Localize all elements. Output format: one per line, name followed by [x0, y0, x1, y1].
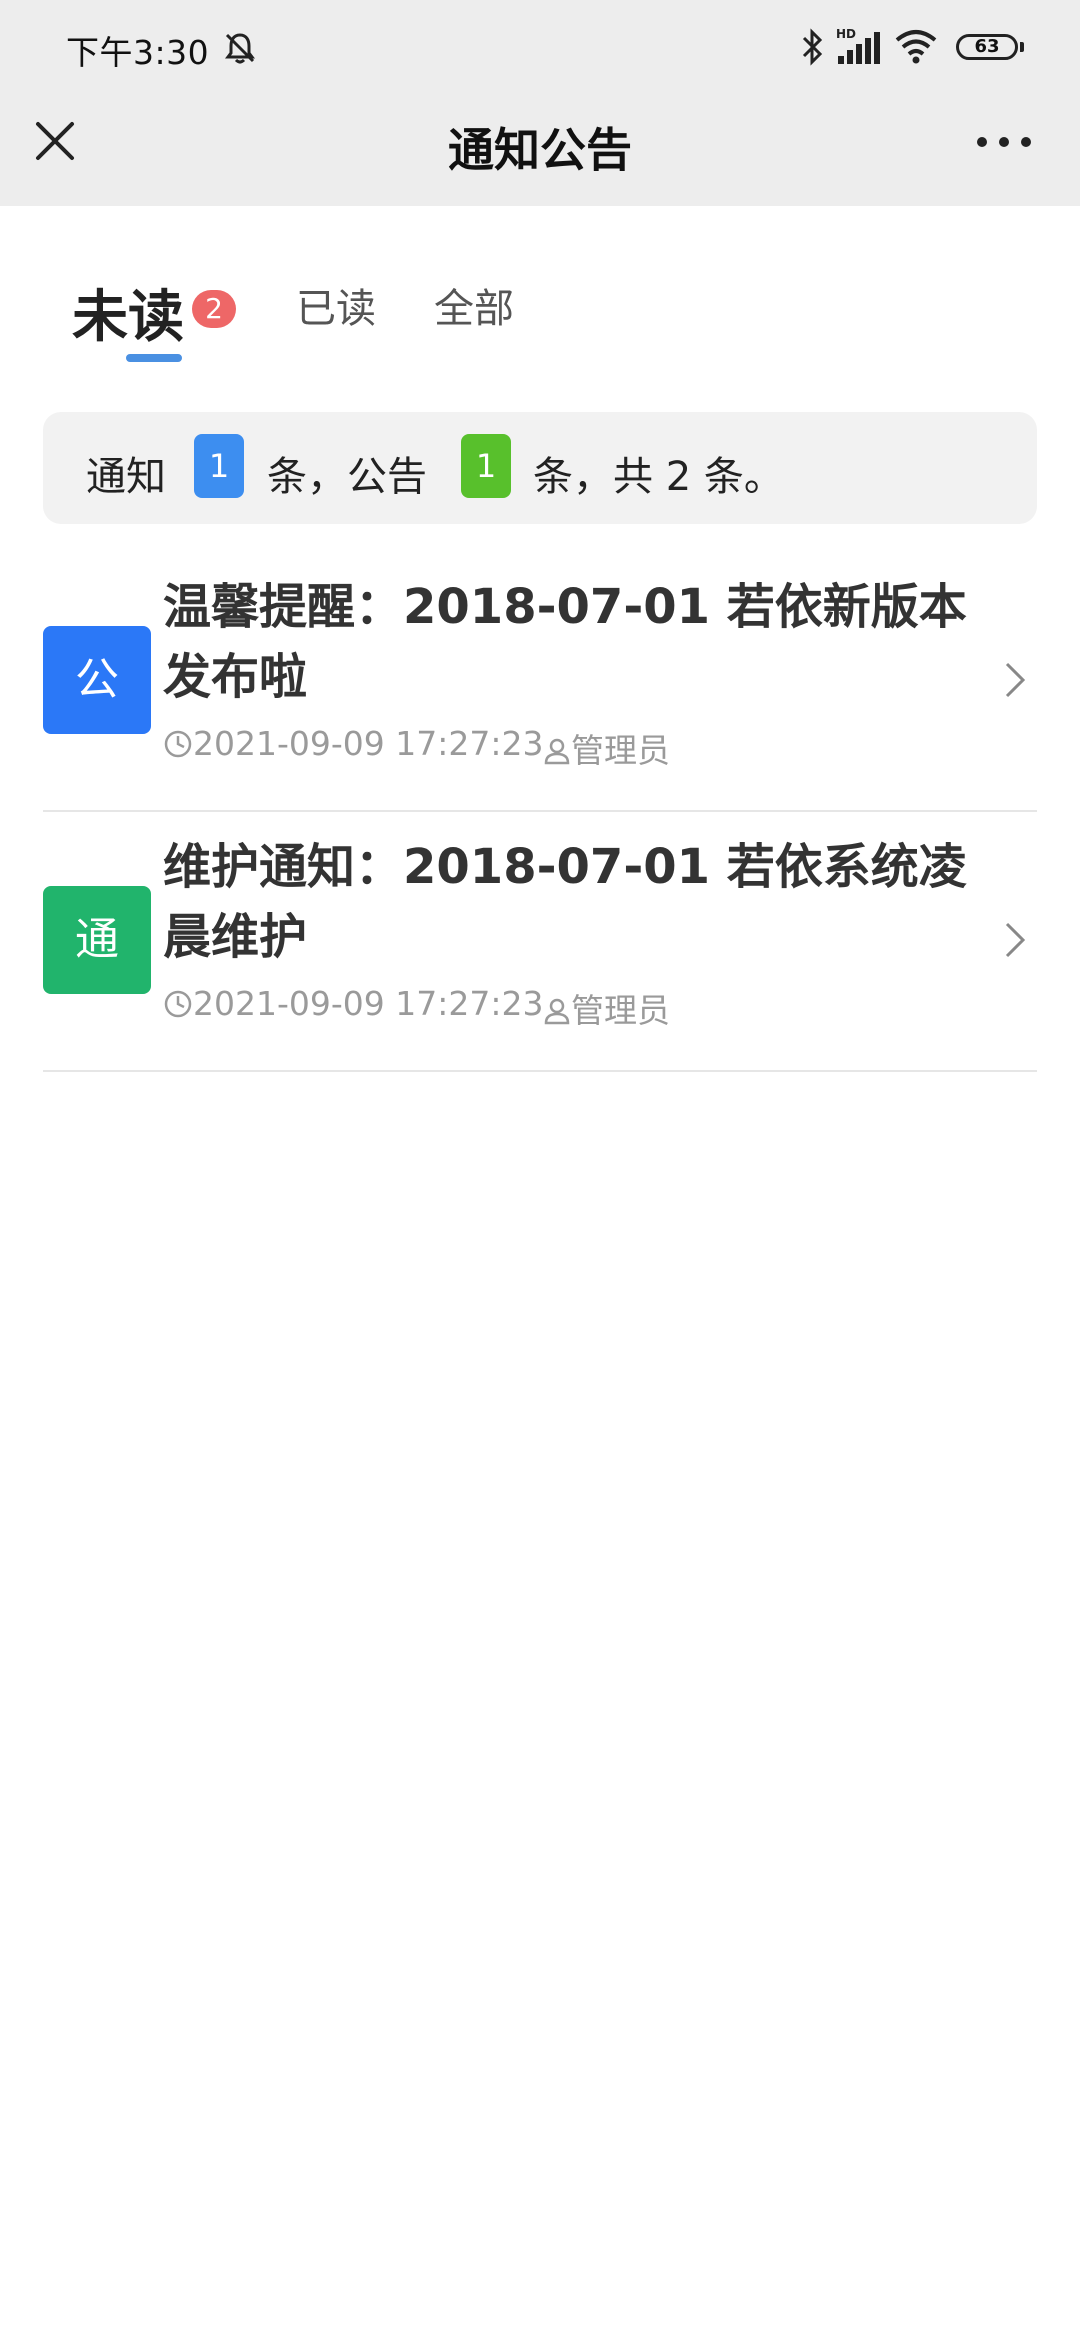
item-time: 2021-09-09 17:27:23 [163, 724, 543, 763]
summary-notice-label: 通知 [86, 454, 166, 500]
status-time: 下午3:30 [66, 33, 210, 72]
active-tab-indicator [126, 354, 182, 362]
status-bar: 下午3:30 HD 63 [0, 0, 1080, 92]
notice-count-badge: 1 [194, 434, 244, 498]
item-title: 温馨提醒：2018-07-01 若依新版本发布啦 [163, 579, 967, 705]
tab-unread[interactable]: 未读 [72, 272, 184, 353]
more-icon[interactable] [976, 132, 1032, 152]
summary-announcement-label: 条，公告 [267, 454, 427, 500]
tab-bar: 未读 2 已读 全部 [0, 206, 1080, 376]
announcement-count-badge: 1 [461, 434, 511, 498]
item-time-text: 2021-09-09 17:27:23 [193, 724, 544, 763]
top-bar: 下午3:30 HD 63 通知公告 [0, 0, 1080, 206]
summary-box: 通知 1 条，公告 1 条，共 2 条。 [43, 412, 1037, 524]
tab-unread-label: 未读 [72, 285, 184, 350]
battery-tip [1020, 42, 1024, 52]
svg-text:HD: HD [836, 27, 856, 41]
user-icon [544, 738, 570, 765]
list-item[interactable]: 公 温馨提醒：2018-07-01 若依新版本发布啦 2021-09-09 17… [43, 550, 1037, 812]
battery-level: 63 [974, 36, 1000, 57]
nav-bar: 通知公告 [0, 92, 1080, 206]
summary-total-label: 条，共 2 条。 [533, 454, 784, 500]
unread-count-badge: 2 [192, 290, 236, 328]
item-author: 管理员 [543, 984, 670, 1032]
page-title: 通知公告 [448, 123, 632, 177]
item-time: 2021-09-09 17:27:23 [163, 984, 543, 1023]
tab-all-label: 全部 [434, 286, 514, 332]
tab-read[interactable]: 已读 [296, 276, 376, 334]
tab-all[interactable]: 全部 [434, 276, 514, 334]
clock-icon [164, 990, 192, 1018]
item-author-text: 管理员 [571, 731, 670, 770]
announcement-type-icon: 公 [43, 626, 151, 734]
chevron-right-icon [1005, 662, 1026, 698]
chevron-right-icon [1005, 922, 1026, 958]
hd-signal-icon: HD [836, 27, 880, 64]
user-icon [544, 998, 570, 1025]
item-author-text: 管理员 [571, 991, 670, 1030]
mute-bell-icon [225, 33, 255, 64]
list-item[interactable]: 通 维护通知：2018-07-01 若依系统凌晨维护 2021-09-09 17… [43, 810, 1037, 1072]
item-title: 维护通知：2018-07-01 若依系统凌晨维护 [163, 839, 967, 965]
wifi-icon [895, 30, 937, 64]
tab-read-label: 已读 [296, 286, 376, 332]
item-time-text: 2021-09-09 17:27:23 [193, 984, 544, 1023]
clock-icon [164, 730, 192, 758]
battery-icon: 63 [956, 34, 1018, 60]
notice-type-icon: 通 [43, 886, 151, 994]
page: 下午3:30 HD 63 通知公告 未读 2 已读 全部 通知 1 条，公告 1… [0, 0, 1080, 2340]
bluetooth-icon [802, 28, 823, 66]
item-author: 管理员 [543, 724, 670, 772]
